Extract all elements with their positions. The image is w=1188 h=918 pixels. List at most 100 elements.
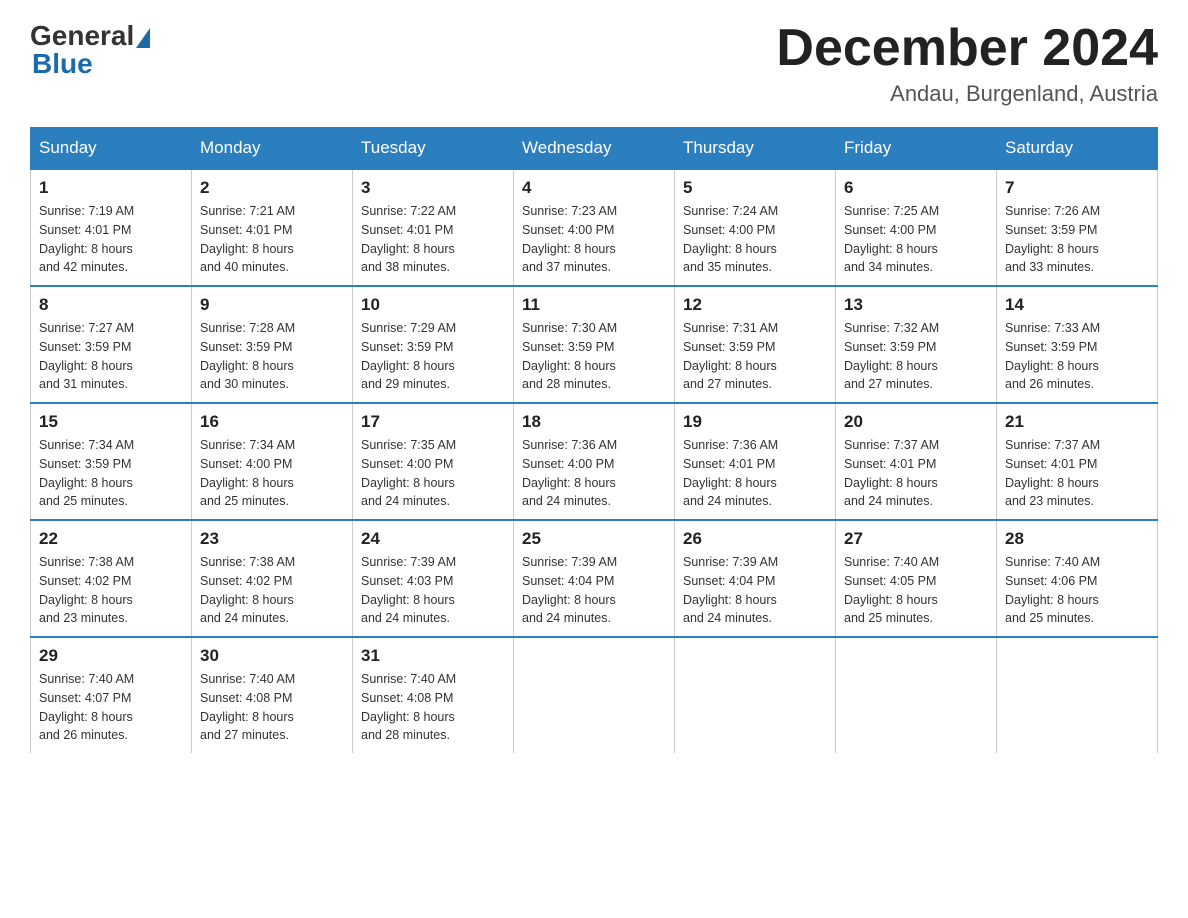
logo-triangle-icon xyxy=(136,28,150,48)
calendar-cell: 2 Sunrise: 7:21 AM Sunset: 4:01 PM Dayli… xyxy=(192,169,353,286)
day-number: 29 xyxy=(39,646,183,666)
calendar-cell: 22 Sunrise: 7:38 AM Sunset: 4:02 PM Dayl… xyxy=(31,520,192,637)
col-monday: Monday xyxy=(192,128,353,170)
calendar-cell: 21 Sunrise: 7:37 AM Sunset: 4:01 PM Dayl… xyxy=(997,403,1158,520)
calendar-cell: 9 Sunrise: 7:28 AM Sunset: 3:59 PM Dayli… xyxy=(192,286,353,403)
day-number: 26 xyxy=(683,529,827,549)
calendar-table: Sunday Monday Tuesday Wednesday Thursday… xyxy=(30,127,1158,753)
day-info: Sunrise: 7:36 AM Sunset: 4:01 PM Dayligh… xyxy=(683,436,827,511)
day-number: 24 xyxy=(361,529,505,549)
page-header: General Blue December 2024 Andau, Burgen… xyxy=(30,20,1158,107)
calendar-cell: 4 Sunrise: 7:23 AM Sunset: 4:00 PM Dayli… xyxy=(514,169,675,286)
day-number: 25 xyxy=(522,529,666,549)
calendar-cell: 23 Sunrise: 7:38 AM Sunset: 4:02 PM Dayl… xyxy=(192,520,353,637)
calendar-cell: 14 Sunrise: 7:33 AM Sunset: 3:59 PM Dayl… xyxy=(997,286,1158,403)
calendar-cell: 7 Sunrise: 7:26 AM Sunset: 3:59 PM Dayli… xyxy=(997,169,1158,286)
calendar-cell: 19 Sunrise: 7:36 AM Sunset: 4:01 PM Dayl… xyxy=(675,403,836,520)
day-number: 10 xyxy=(361,295,505,315)
day-number: 1 xyxy=(39,178,183,198)
day-info: Sunrise: 7:31 AM Sunset: 3:59 PM Dayligh… xyxy=(683,319,827,394)
day-number: 8 xyxy=(39,295,183,315)
calendar-week-4: 22 Sunrise: 7:38 AM Sunset: 4:02 PM Dayl… xyxy=(31,520,1158,637)
day-number: 6 xyxy=(844,178,988,198)
calendar-cell: 12 Sunrise: 7:31 AM Sunset: 3:59 PM Dayl… xyxy=(675,286,836,403)
day-info: Sunrise: 7:32 AM Sunset: 3:59 PM Dayligh… xyxy=(844,319,988,394)
calendar-week-2: 8 Sunrise: 7:27 AM Sunset: 3:59 PM Dayli… xyxy=(31,286,1158,403)
day-info: Sunrise: 7:40 AM Sunset: 4:08 PM Dayligh… xyxy=(200,670,344,745)
month-title: December 2024 xyxy=(776,20,1158,77)
day-info: Sunrise: 7:23 AM Sunset: 4:00 PM Dayligh… xyxy=(522,202,666,277)
day-number: 15 xyxy=(39,412,183,432)
calendar-cell: 3 Sunrise: 7:22 AM Sunset: 4:01 PM Dayli… xyxy=(353,169,514,286)
day-number: 30 xyxy=(200,646,344,666)
calendar-cell: 8 Sunrise: 7:27 AM Sunset: 3:59 PM Dayli… xyxy=(31,286,192,403)
day-number: 18 xyxy=(522,412,666,432)
calendar-week-3: 15 Sunrise: 7:34 AM Sunset: 3:59 PM Dayl… xyxy=(31,403,1158,520)
calendar-cell: 31 Sunrise: 7:40 AM Sunset: 4:08 PM Dayl… xyxy=(353,637,514,753)
day-info: Sunrise: 7:40 AM Sunset: 4:08 PM Dayligh… xyxy=(361,670,505,745)
day-info: Sunrise: 7:37 AM Sunset: 4:01 PM Dayligh… xyxy=(1005,436,1149,511)
day-info: Sunrise: 7:22 AM Sunset: 4:01 PM Dayligh… xyxy=(361,202,505,277)
day-info: Sunrise: 7:28 AM Sunset: 3:59 PM Dayligh… xyxy=(200,319,344,394)
day-number: 9 xyxy=(200,295,344,315)
day-number: 16 xyxy=(200,412,344,432)
day-number: 13 xyxy=(844,295,988,315)
calendar-cell: 24 Sunrise: 7:39 AM Sunset: 4:03 PM Dayl… xyxy=(353,520,514,637)
logo: General Blue xyxy=(30,20,152,80)
calendar-cell: 10 Sunrise: 7:29 AM Sunset: 3:59 PM Dayl… xyxy=(353,286,514,403)
day-info: Sunrise: 7:38 AM Sunset: 4:02 PM Dayligh… xyxy=(39,553,183,628)
calendar-cell: 30 Sunrise: 7:40 AM Sunset: 4:08 PM Dayl… xyxy=(192,637,353,753)
calendar-cell: 16 Sunrise: 7:34 AM Sunset: 4:00 PM Dayl… xyxy=(192,403,353,520)
day-info: Sunrise: 7:30 AM Sunset: 3:59 PM Dayligh… xyxy=(522,319,666,394)
calendar-cell: 20 Sunrise: 7:37 AM Sunset: 4:01 PM Dayl… xyxy=(836,403,997,520)
day-number: 2 xyxy=(200,178,344,198)
day-number: 20 xyxy=(844,412,988,432)
day-number: 31 xyxy=(361,646,505,666)
calendar-cell: 6 Sunrise: 7:25 AM Sunset: 4:00 PM Dayli… xyxy=(836,169,997,286)
day-info: Sunrise: 7:34 AM Sunset: 3:59 PM Dayligh… xyxy=(39,436,183,511)
day-info: Sunrise: 7:29 AM Sunset: 3:59 PM Dayligh… xyxy=(361,319,505,394)
calendar-cell: 18 Sunrise: 7:36 AM Sunset: 4:00 PM Dayl… xyxy=(514,403,675,520)
day-info: Sunrise: 7:25 AM Sunset: 4:00 PM Dayligh… xyxy=(844,202,988,277)
day-info: Sunrise: 7:26 AM Sunset: 3:59 PM Dayligh… xyxy=(1005,202,1149,277)
day-info: Sunrise: 7:34 AM Sunset: 4:00 PM Dayligh… xyxy=(200,436,344,511)
day-number: 28 xyxy=(1005,529,1149,549)
col-thursday: Thursday xyxy=(675,128,836,170)
day-number: 21 xyxy=(1005,412,1149,432)
day-info: Sunrise: 7:39 AM Sunset: 4:04 PM Dayligh… xyxy=(683,553,827,628)
calendar-cell xyxy=(997,637,1158,753)
calendar-cell: 26 Sunrise: 7:39 AM Sunset: 4:04 PM Dayl… xyxy=(675,520,836,637)
calendar-week-1: 1 Sunrise: 7:19 AM Sunset: 4:01 PM Dayli… xyxy=(31,169,1158,286)
day-number: 19 xyxy=(683,412,827,432)
day-number: 12 xyxy=(683,295,827,315)
calendar-cell: 5 Sunrise: 7:24 AM Sunset: 4:00 PM Dayli… xyxy=(675,169,836,286)
day-number: 22 xyxy=(39,529,183,549)
col-sunday: Sunday xyxy=(31,128,192,170)
day-number: 23 xyxy=(200,529,344,549)
day-number: 5 xyxy=(683,178,827,198)
day-number: 3 xyxy=(361,178,505,198)
day-info: Sunrise: 7:19 AM Sunset: 4:01 PM Dayligh… xyxy=(39,202,183,277)
day-info: Sunrise: 7:33 AM Sunset: 3:59 PM Dayligh… xyxy=(1005,319,1149,394)
day-number: 11 xyxy=(522,295,666,315)
day-info: Sunrise: 7:27 AM Sunset: 3:59 PM Dayligh… xyxy=(39,319,183,394)
calendar-cell: 28 Sunrise: 7:40 AM Sunset: 4:06 PM Dayl… xyxy=(997,520,1158,637)
title-section: December 2024 Andau, Burgenland, Austria xyxy=(776,20,1158,107)
calendar-cell xyxy=(836,637,997,753)
col-tuesday: Tuesday xyxy=(353,128,514,170)
calendar-week-5: 29 Sunrise: 7:40 AM Sunset: 4:07 PM Dayl… xyxy=(31,637,1158,753)
calendar-cell: 13 Sunrise: 7:32 AM Sunset: 3:59 PM Dayl… xyxy=(836,286,997,403)
day-info: Sunrise: 7:40 AM Sunset: 4:05 PM Dayligh… xyxy=(844,553,988,628)
calendar-cell: 15 Sunrise: 7:34 AM Sunset: 3:59 PM Dayl… xyxy=(31,403,192,520)
calendar-cell xyxy=(514,637,675,753)
col-saturday: Saturday xyxy=(997,128,1158,170)
calendar-cell: 17 Sunrise: 7:35 AM Sunset: 4:00 PM Dayl… xyxy=(353,403,514,520)
day-number: 7 xyxy=(1005,178,1149,198)
day-info: Sunrise: 7:39 AM Sunset: 4:03 PM Dayligh… xyxy=(361,553,505,628)
calendar-cell: 25 Sunrise: 7:39 AM Sunset: 4:04 PM Dayl… xyxy=(514,520,675,637)
day-number: 27 xyxy=(844,529,988,549)
col-wednesday: Wednesday xyxy=(514,128,675,170)
day-info: Sunrise: 7:21 AM Sunset: 4:01 PM Dayligh… xyxy=(200,202,344,277)
day-info: Sunrise: 7:37 AM Sunset: 4:01 PM Dayligh… xyxy=(844,436,988,511)
day-info: Sunrise: 7:35 AM Sunset: 4:00 PM Dayligh… xyxy=(361,436,505,511)
